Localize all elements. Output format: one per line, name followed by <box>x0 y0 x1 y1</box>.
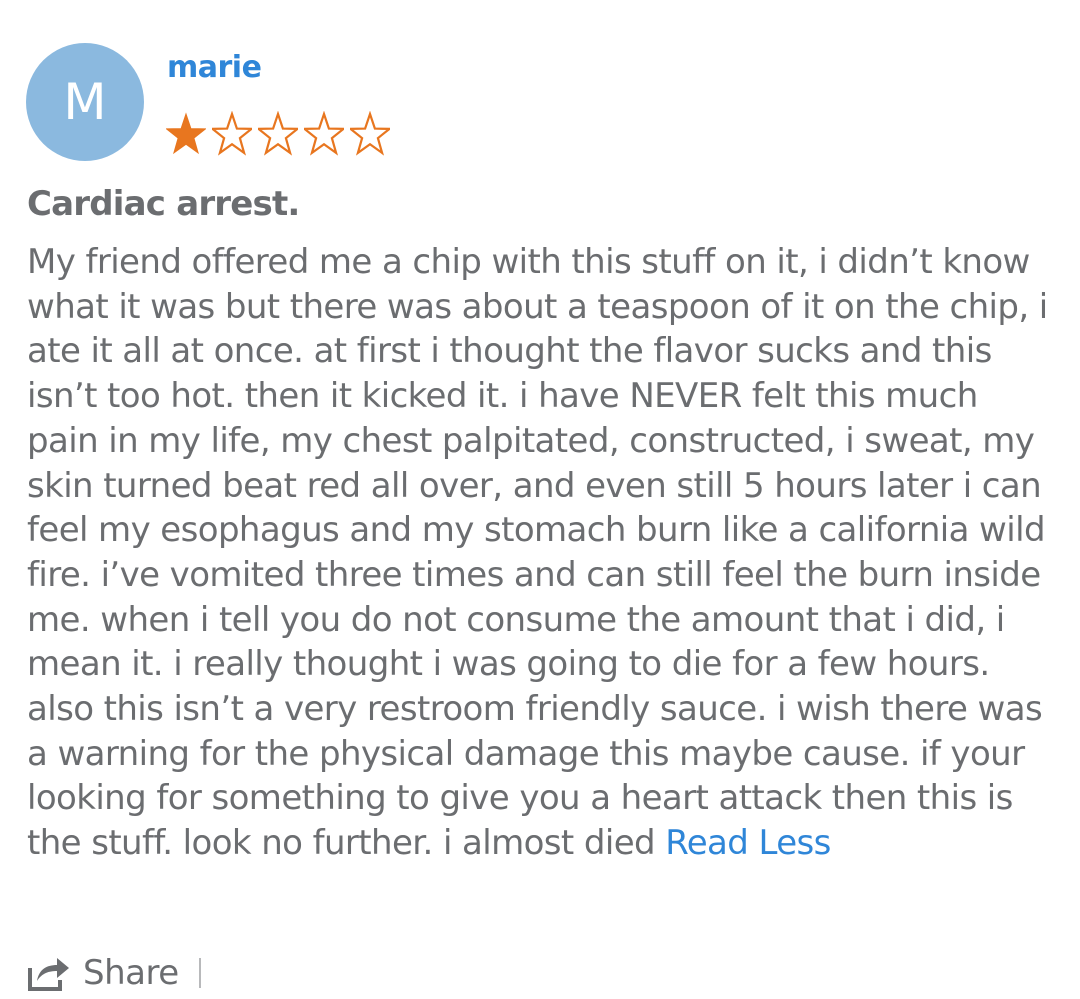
review-actions: Share <box>27 950 201 996</box>
star-icon-5 <box>350 111 390 157</box>
star-rating <box>166 111 390 157</box>
share-arrow-icon[interactable] <box>27 954 71 992</box>
star-icon-2 <box>212 111 252 157</box>
avatar-initial: M <box>63 73 107 131</box>
action-divider <box>198 958 201 988</box>
read-less-link[interactable]: Read Less <box>665 823 831 863</box>
review-text: My friend offered me a chip with this st… <box>27 242 1048 864</box>
avatar: M <box>26 43 144 161</box>
review-body: My friend offered me a chip with this st… <box>27 240 1057 866</box>
review-title: Cardiac arrest. <box>27 184 300 224</box>
star-icon-4 <box>304 111 344 157</box>
star-icon-3 <box>258 111 298 157</box>
share-button[interactable]: Share <box>83 953 179 993</box>
star-icon-1 <box>166 111 206 157</box>
reviewer-name[interactable]: marie <box>167 50 262 85</box>
